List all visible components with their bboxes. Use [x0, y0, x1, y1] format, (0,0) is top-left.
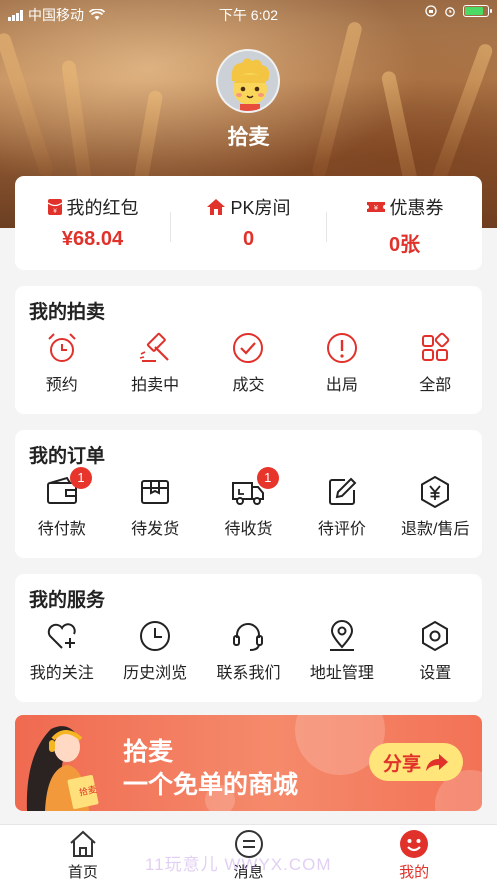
icon-label: 拍卖中	[131, 377, 180, 394]
girl-with-headphones-illustration: 拾麦	[26, 726, 99, 811]
service-address[interactable]: 地址管理	[295, 619, 388, 683]
icon-label: 全部	[419, 377, 452, 394]
icon-label: 待付款	[37, 521, 86, 538]
coupon-icon: ¥	[366, 202, 385, 212]
my-orders-card: 我的订单 1 待付款 待发货 1 待收货 待评价 退款/售后	[15, 430, 482, 558]
stat-pk-room[interactable]: PK房间 0	[171, 194, 326, 251]
heart-plus-icon	[47, 623, 76, 649]
svg-text:¥: ¥	[373, 204, 378, 212]
wallet-stats-card: ¥ 我的红包 ¥68.04 PK房间 0 ¥ 优惠券 0张	[15, 176, 482, 270]
tab-mine[interactable]: 我的	[331, 825, 497, 883]
svg-text:¥: ¥	[53, 208, 57, 215]
home-icon	[70, 830, 96, 857]
order-pending-receipt[interactable]: 1 待收货	[202, 467, 295, 539]
icon-label: 地址管理	[309, 665, 374, 682]
share-banner[interactable]: 拾麦 拾麦 一个免单的商城 分享	[15, 715, 482, 811]
my-services-card: 我的服务 我的关注 历史浏览 联系我们 地址管理 设置	[15, 574, 482, 702]
house-icon	[207, 199, 226, 215]
auction-out[interactable]: 出局	[295, 331, 388, 395]
service-favorites[interactable]: 我的关注	[15, 619, 108, 683]
tab-label: 首页	[67, 864, 98, 881]
exclamation-circle-icon	[326, 333, 357, 363]
check-circle-icon	[233, 333, 264, 363]
service-history[interactable]: 历史浏览	[108, 619, 201, 683]
red-envelope-icon: ¥	[47, 199, 62, 215]
headset-icon	[233, 623, 264, 651]
stat-red-envelope[interactable]: ¥ 我的红包 ¥68.04	[15, 194, 170, 251]
alarm-clock-icon	[47, 333, 76, 362]
section-title: 我的服务	[29, 590, 106, 611]
section-title: 我的拍卖	[29, 302, 106, 323]
alarm-icon	[445, 7, 455, 17]
stat-label: 我的红包	[66, 198, 139, 218]
section-title: 我的订单	[29, 446, 106, 467]
order-pending-payment[interactable]: 1 待付款	[15, 467, 108, 539]
clock-icon	[140, 621, 171, 651]
stat-coupons[interactable]: ¥ 优惠券 0张	[327, 194, 482, 257]
order-pending-review[interactable]: 待评价	[295, 475, 388, 539]
location-pin-icon	[329, 620, 354, 651]
icon-label: 成交	[232, 377, 265, 394]
rotation-lock-icon	[425, 5, 437, 17]
smiley-icon	[400, 830, 429, 858]
stat-value: 0	[242, 228, 255, 250]
auction-in-progress[interactable]: 拍卖中	[108, 331, 201, 395]
badge-count: 1	[70, 467, 92, 489]
status-bar: 中国移动 下午 6:02	[0, 0, 497, 26]
battery-icon	[463, 5, 492, 17]
stat-label: PK房间	[230, 198, 291, 218]
icon-label: 出局	[325, 377, 358, 394]
icon-label: 待评价	[317, 521, 366, 538]
stat-label: 优惠券	[389, 198, 444, 218]
icon-label: 我的关注	[29, 665, 94, 682]
icon-label: 设置	[419, 665, 452, 682]
icon-label: 待发货	[131, 521, 180, 538]
service-settings[interactable]: 设置	[389, 619, 482, 683]
banner-title: 拾麦	[123, 738, 174, 766]
tab-label: 我的	[399, 864, 430, 881]
gavel-icon	[139, 332, 169, 362]
share-label: 分享	[382, 753, 421, 775]
auction-all[interactable]: 全部	[389, 331, 482, 395]
stat-value: ¥68.04	[61, 228, 124, 250]
tab-home[interactable]: 首页	[0, 825, 166, 883]
package-icon	[141, 480, 170, 504]
auction-reserved[interactable]: 预约	[15, 331, 108, 395]
my-auctions-card: 我的拍卖 预约 拍卖中 成交 出局 全部	[15, 286, 482, 414]
stat-value: 0张	[388, 234, 421, 256]
icon-label: 退款/售后	[401, 521, 470, 538]
icon-label: 待收货	[224, 521, 273, 538]
auction-won[interactable]: 成交	[202, 331, 295, 395]
service-contact[interactable]: 联系我们	[202, 619, 295, 683]
icon-label: 预约	[45, 377, 78, 394]
icon-label: 历史浏览	[123, 665, 188, 682]
share-button[interactable]: 分享	[369, 743, 463, 781]
badge-count: 1	[256, 467, 279, 489]
share-arrow-icon	[426, 754, 448, 771]
grid-icon	[422, 332, 450, 361]
order-refund[interactable]: 退款/售后	[389, 475, 482, 539]
order-pending-shipment[interactable]: 待发货	[108, 475, 201, 539]
avatar[interactable]	[216, 49, 280, 113]
status-time: 下午 6:02	[218, 7, 279, 23]
yen-hexagon-icon	[421, 475, 450, 509]
banner-subtitle: 一个免单的商城	[123, 771, 299, 799]
edit-icon	[328, 477, 357, 505]
username: 拾麦	[227, 126, 270, 149]
settings-hexagon-icon	[422, 620, 449, 652]
watermark: 11玩意儿 WWYX.COM	[145, 855, 332, 874]
icon-label: 联系我们	[216, 665, 281, 682]
